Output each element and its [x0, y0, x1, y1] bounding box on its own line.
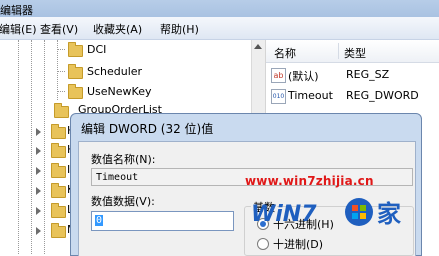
watermark-logo: WiN7 家 — [251, 198, 401, 228]
value-data-text: 0 — [95, 215, 104, 226]
radio-decimal-label[interactable]: 十进制(D) — [273, 236, 323, 252]
value-row-timeout[interactable]: 010 Timeout REG_DWORD — [266, 86, 439, 106]
folder-icon — [51, 163, 66, 178]
expand-arrow-icon[interactable] — [36, 167, 41, 175]
binary-value-icon: 010 — [271, 89, 286, 104]
expand-arrow-icon[interactable] — [36, 207, 41, 215]
expand-arrow-icon[interactable] — [36, 128, 41, 136]
folder-icon — [68, 84, 83, 99]
menu-help[interactable]: 帮助(H) — [160, 21, 199, 37]
folder-icon — [54, 103, 69, 118]
expand-arrow-icon[interactable] — [36, 147, 41, 155]
folder-icon — [51, 203, 66, 218]
menu-favorites[interactable]: 收藏夹(A) — [93, 21, 142, 37]
string-value-icon: ab — [271, 68, 286, 83]
value-data-label: 数值数据(V): — [91, 195, 155, 208]
windows-logo-icon — [345, 198, 373, 226]
column-header: 名称 类型 — [266, 40, 439, 63]
menu-bar: 编辑(E) 查看(V) 收藏夹(A) 帮助(H) — [0, 17, 439, 40]
tree-item-label: DCI — [87, 43, 107, 56]
menu-edit[interactable]: 编辑(E) — [0, 21, 37, 37]
tree-item-label: Scheduler — [87, 65, 143, 78]
folder-icon — [51, 223, 66, 238]
column-type-header[interactable]: 类型 — [344, 45, 366, 61]
expand-arrow-icon[interactable] — [36, 227, 41, 235]
logo-suffix: 家 — [377, 200, 401, 228]
folder-icon — [51, 124, 66, 139]
tree-item-label: UseNewKey — [87, 85, 152, 98]
watermark-url: www.win7zhijia.cn — [245, 174, 374, 188]
value-type: REG_DWORD — [346, 89, 419, 102]
logo-text: WiN7 — [251, 202, 317, 227]
window-title: 编辑器 — [0, 4, 33, 17]
radio-decimal[interactable] — [257, 238, 269, 250]
value-type: REG_SZ — [346, 68, 390, 81]
value-row-default[interactable]: ab (默认) REG_SZ — [266, 65, 439, 85]
menu-view[interactable]: 查看(V) — [40, 21, 78, 37]
dialog-title: 编辑 DWORD (32 位)值 — [81, 122, 214, 136]
window-title-bar: 编辑器 — [0, 0, 439, 17]
column-name-header[interactable]: 名称 — [274, 45, 296, 61]
value-name: Timeout — [288, 89, 333, 102]
expand-arrow-icon[interactable] — [36, 187, 41, 195]
scroll-up-icon[interactable] — [254, 44, 262, 49]
folder-icon — [51, 143, 66, 158]
folder-icon — [51, 183, 66, 198]
value-name: (默认) — [288, 70, 319, 83]
folder-icon — [68, 64, 83, 79]
folder-icon — [68, 42, 83, 57]
value-data-input[interactable]: 0 — [91, 211, 234, 231]
value-name-label: 数值名称(N): — [91, 153, 156, 166]
